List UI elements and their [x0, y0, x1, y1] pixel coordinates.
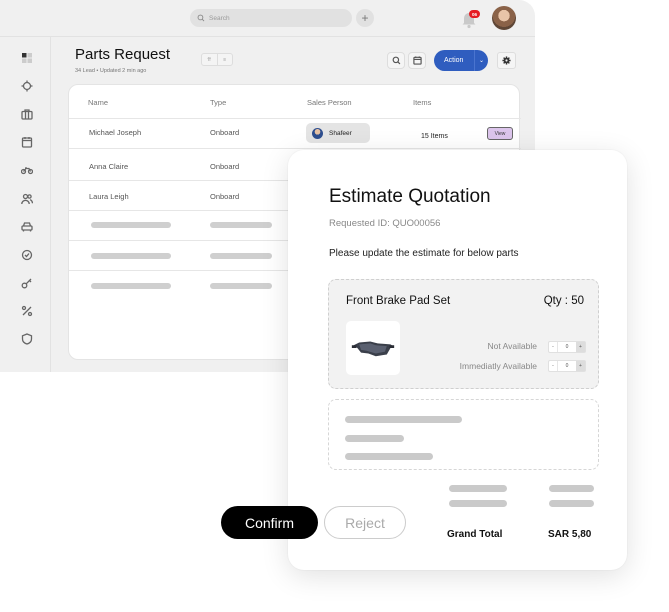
row-name: Anna Claire — [89, 162, 129, 171]
decrement-button[interactable]: - — [549, 342, 558, 352]
skeleton-placeholder — [91, 222, 171, 228]
user-avatar[interactable] — [492, 6, 516, 30]
car-icon[interactable] — [21, 221, 33, 233]
skeleton-placeholder — [449, 500, 507, 507]
settings-button[interactable] — [497, 52, 516, 69]
skeleton-placeholder — [345, 435, 404, 442]
column-header-type[interactable]: Type — [210, 98, 226, 107]
not-available-label: Not Available — [487, 341, 537, 351]
part-name: Front Brake Pad Set — [346, 295, 451, 307]
page-title: Parts Request — [75, 46, 171, 63]
search-input[interactable] — [209, 14, 329, 22]
increment-button[interactable]: + — [576, 361, 585, 371]
quotation-message: Please update the estimate for below par… — [329, 248, 519, 259]
row-type: Onboard — [210, 192, 240, 201]
action-button[interactable]: Action ⌄ — [434, 50, 488, 71]
skeleton-placeholder — [210, 222, 272, 228]
requested-id: Requested ID: QUO00056 — [329, 218, 441, 229]
search-bar[interactable] — [190, 9, 352, 27]
calendar-icon — [412, 56, 422, 65]
confirm-button[interactable]: Confirm — [221, 506, 318, 539]
row-type: Onboard — [210, 162, 240, 171]
skeleton-placeholder — [91, 253, 171, 259]
brake-pad-icon — [351, 341, 395, 357]
skeleton-placeholder — [449, 485, 507, 492]
part-quantity: Qty : 50 — [543, 295, 584, 307]
row-name: Michael Joseph — [89, 128, 142, 137]
calendar-icon[interactable] — [21, 136, 33, 148]
sidebar — [0, 37, 51, 372]
search-button[interactable] — [387, 52, 405, 69]
skeleton-placeholder — [345, 453, 433, 460]
calendar-button[interactable] — [408, 52, 426, 69]
gear-icon — [502, 56, 511, 65]
stepper-value[interactable]: 0 — [558, 344, 576, 350]
skeleton-placeholder — [91, 283, 171, 289]
notification-badge: 06 — [469, 10, 480, 18]
page-subtitle: 34 Lead • Updated 2 min ago — [75, 68, 147, 74]
view-toggle: ⇈ ≡ — [201, 53, 233, 66]
not-available-stepper[interactable]: - 0 + — [548, 341, 586, 353]
users-icon[interactable] — [21, 193, 33, 205]
sales-person-chip[interactable]: Shafeer — [306, 123, 370, 143]
column-header-sales-person[interactable]: Sales Person — [307, 98, 352, 107]
immediately-available-stepper[interactable]: - 0 + — [548, 360, 586, 372]
chevron-down-icon[interactable]: ⌄ — [474, 50, 488, 71]
check-badge-icon[interactable] — [21, 249, 33, 261]
column-header-name[interactable]: Name — [88, 98, 108, 107]
search-icon — [197, 14, 205, 22]
increment-button[interactable]: + — [576, 342, 585, 352]
decrement-button[interactable]: - — [549, 361, 558, 371]
row-divider — [69, 118, 521, 119]
view-button[interactable]: View — [487, 127, 513, 140]
top-bar: + 06 — [0, 0, 535, 37]
reject-button[interactable]: Reject — [324, 506, 406, 539]
add-button[interactable]: + — [356, 9, 374, 27]
dashboard-icon[interactable] — [21, 52, 33, 64]
sales-person-name: Shafeer — [329, 129, 352, 137]
grand-total-value: SAR 5,80 — [548, 529, 592, 540]
empty-part-placeholder — [328, 399, 599, 470]
skeleton-placeholder — [345, 416, 462, 423]
stepper-value[interactable]: 0 — [558, 363, 576, 369]
row-divider — [69, 148, 521, 149]
target-icon[interactable] — [21, 80, 33, 92]
key-icon[interactable] — [21, 277, 33, 289]
grid-view-icon[interactable]: ⇈ — [202, 54, 218, 65]
grand-total-label: Grand Total — [447, 529, 503, 540]
list-view-icon[interactable]: ≡ — [218, 54, 233, 65]
skeleton-placeholder — [549, 485, 594, 492]
part-image — [346, 321, 400, 375]
skeleton-placeholder — [210, 253, 272, 259]
percent-icon[interactable] — [21, 305, 33, 317]
action-label: Action — [444, 57, 464, 64]
row-name: Laura Leigh — [89, 192, 129, 201]
skeleton-placeholder — [549, 500, 594, 507]
row-items: 15 Items — [421, 133, 448, 140]
search-icon — [392, 56, 400, 65]
plus-icon: + — [361, 11, 369, 25]
row-type: Onboard — [210, 128, 240, 137]
part-item: Front Brake Pad Set Qty : 50 Not Availab… — [328, 279, 599, 389]
sales-person-avatar — [312, 127, 323, 139]
shield-icon[interactable] — [21, 333, 33, 345]
immediately-available-label: Immediatly Available — [459, 361, 537, 371]
briefcase-icon[interactable] — [21, 108, 33, 120]
bike-icon[interactable] — [21, 164, 33, 176]
quotation-title: Estimate Quotation — [329, 186, 491, 207]
column-header-items[interactable]: Items — [413, 98, 431, 107]
skeleton-placeholder — [210, 283, 272, 289]
